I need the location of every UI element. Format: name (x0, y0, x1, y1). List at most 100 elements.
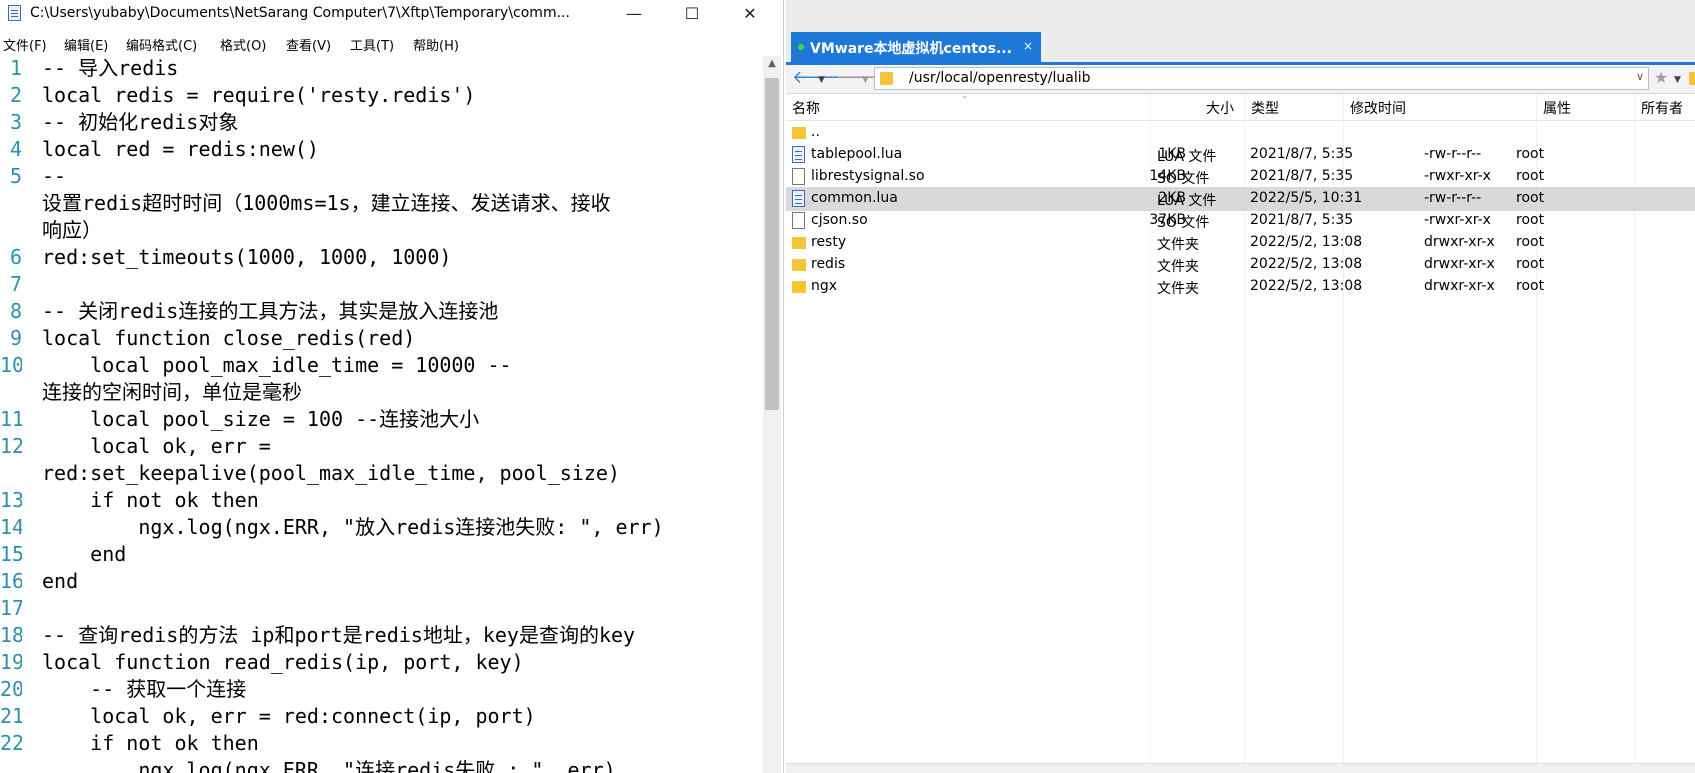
file-attr: -rwxr-xr-x (1424, 168, 1491, 184)
code-line[interactable]: 21 local ok, err = red:connect(ip, port) (0, 703, 763, 730)
chevron-down-icon[interactable]: ∨ (1636, 70, 1644, 83)
code-line[interactable]: 12 local ok, err = (0, 433, 763, 460)
menu-format[interactable]: 格式(O) (220, 35, 266, 54)
code-text: red:set_keepalive(pool_max_idle_time, po… (42, 461, 620, 485)
code-line[interactable]: 1 -- 导入redis (0, 56, 763, 82)
code-line[interactable]: 18 -- 查询redis的方法 ip和port是redis地址，key是查询的k… (0, 622, 763, 649)
code-line[interactable]: ngx.log(ngx.ERR, "连接redis失败 : ", err) (0, 757, 763, 773)
code-line[interactable]: 3 -- 初始化redis对象 (0, 109, 763, 136)
file-list[interactable]: .. tablepool.lua 1KB LUA 文件 2021/8/7, 5:35 -r… (786, 94, 1695, 763)
favorite-star-icon[interactable]: ★ (1654, 67, 1668, 89)
file-row[interactable]: ngx 文件夹 2022/5/2, 13:08 drwxr-xr-x root (786, 275, 1695, 299)
file-row[interactable]: tablepool.lua 1KB LUA 文件 2021/8/7, 5:35 -rw-… (786, 143, 1695, 167)
tab-close-icon[interactable]: × (1023, 39, 1033, 53)
code-line[interactable]: 14 ngx.log(ngx.ERR, "放入redis连接池失败: ", er… (0, 514, 763, 541)
column-owner[interactable]: 所有者 (1641, 98, 1683, 118)
column-mtime[interactable]: 修改时间 (1350, 98, 1406, 118)
code-line[interactable]: 10 local pool_max_idle_time = 10000 -- (0, 352, 763, 379)
code-line[interactable]: 6 red:set_timeouts(1000, 1000, 1000) (0, 244, 763, 271)
path-combobox[interactable]: /usr/local/openresty/lualib ∨ (874, 67, 1649, 90)
file-owner: root (1516, 278, 1545, 294)
code-text: if not ok then (42, 488, 259, 512)
folder-shortcut-icon[interactable] (1689, 72, 1695, 85)
code-line[interactable]: 16 end (0, 568, 763, 595)
code-line[interactable]: 20 -- 获取一个连接 (0, 676, 763, 703)
file-name: ngx (811, 278, 838, 294)
column-name[interactable]: 名称 (792, 98, 820, 118)
code-line[interactable]: red:set_keepalive(pool_max_idle_time, po… (0, 460, 763, 487)
column-size[interactable]: 大小 (1206, 98, 1234, 118)
favorite-dropdown-icon[interactable]: ▼ (1674, 69, 1681, 91)
code-line[interactable]: 7 (0, 271, 763, 298)
file-row[interactable]: cjson.so 37KB SO 文件 2021/8/7, 5:35 -rwxr-xr-… (786, 209, 1695, 233)
code-line[interactable]: 9 local function close_redis(red) (0, 325, 763, 352)
menu-edit[interactable]: 编辑(E) (64, 35, 108, 54)
code-text: -- (42, 164, 67, 188)
code-text: end (42, 542, 127, 566)
session-tab[interactable]: VMware本地虚拟机centos... × (791, 32, 1041, 62)
line-number: 1 (9, 56, 22, 80)
code-text: local pool_size = 100 --连接池大小 (42, 407, 480, 431)
code-line[interactable]: 19 local function read_redis(ip, port, ke… (0, 649, 763, 676)
line-number: 18 (0, 623, 22, 647)
horizontal-scrollbar[interactable] (786, 763, 1695, 773)
code-line[interactable]: 2 local redis = require('resty.redis') (0, 82, 763, 109)
column-attr[interactable]: 属性 (1543, 98, 1571, 118)
minimize-button[interactable]: — (605, 0, 663, 27)
code-line[interactable]: 连接的空闲时间，单位是毫秒 (0, 379, 763, 406)
code-line[interactable]: 22 if not ok then (0, 730, 763, 757)
file-row[interactable]: .. (786, 121, 1695, 145)
code-line[interactable]: 4 local red = redis:new() (0, 136, 763, 163)
menu-view[interactable]: 查看(V) (286, 35, 331, 54)
file-mtime: 2022/5/5, 10:31 (1250, 190, 1363, 206)
file-row[interactable]: redis 文件夹 2022/5/2, 13:08 drwxr-xr-x root (786, 253, 1695, 277)
column-type[interactable]: 类型 (1251, 98, 1279, 118)
code-line[interactable]: 8 -- 关闭redis连接的工具方法，其实是放入连接池 (0, 298, 763, 325)
file-type: LUA 文件 (1157, 149, 1217, 165)
folder-icon (880, 72, 893, 85)
menu-file[interactable]: 文件(F) (3, 35, 47, 54)
code-line[interactable]: 17 (0, 595, 763, 622)
file-mtime: 2022/5/2, 13:08 (1250, 234, 1363, 250)
scroll-up-icon[interactable]: ▲ (763, 58, 781, 69)
code-text: local ok, err = (42, 434, 271, 458)
line-number: 12 (0, 434, 22, 458)
file-attr: -rw-r--r-- (1424, 190, 1482, 206)
file-attr: -rwxr-xr-x (1424, 212, 1491, 228)
back-dropdown-icon[interactable]: ▼ (818, 69, 825, 91)
folder-icon (792, 127, 806, 139)
file-icon (792, 168, 805, 185)
back-arrow-icon[interactable]: 🡐 (792, 67, 840, 89)
file-row[interactable]: librestysignal.so 14KB SO 文件 2021/8/7, 5:35… (786, 165, 1695, 189)
code-text: local function read_redis(ip, port, key) (42, 650, 524, 674)
session-tab-label: VMware本地虚拟机centos... (810, 41, 1012, 57)
file-row[interactable]: resty 文件夹 2022/5/2, 13:08 drwxr-xr-x root (786, 231, 1695, 255)
file-type: 文件夹 (1157, 237, 1199, 253)
window-title: C:\Users\yubaby\Documents\NetSarang Comp… (30, 5, 570, 21)
maximize-button[interactable]: ☐ (663, 0, 721, 27)
code-editor[interactable]: 1 -- 导入redis 2 local redis = require('resty… (0, 56, 763, 773)
file-name: common.lua (811, 190, 898, 206)
vertical-scrollbar[interactable]: ▲ (763, 56, 781, 773)
code-line[interactable]: 设置redis超时时间（1000ms=1s，建立连接、发送请求、接收 (0, 190, 763, 217)
file-row[interactable]: common.lua 2KB LUA 文件 2022/5/5, 10:31 -rw-r-… (786, 187, 1695, 211)
code-text: local redis = require('resty.redis') (42, 83, 476, 107)
code-line[interactable]: 11 local pool_size = 100 --连接池大小 (0, 406, 763, 433)
file-attr: -rw-r--r-- (1424, 146, 1482, 162)
code-text: if not ok then (42, 731, 259, 755)
code-line[interactable]: 5 -- (0, 163, 763, 190)
file-mtime: 2021/8/7, 5:35 (1250, 168, 1354, 184)
forward-dropdown-icon[interactable]: ▼ (862, 69, 869, 91)
code-line[interactable]: 响应） (0, 217, 763, 244)
file-icon (792, 212, 805, 229)
scroll-thumb[interactable] (765, 78, 779, 410)
code-line[interactable]: 13 if not ok then (0, 487, 763, 514)
code-line[interactable]: 15 end (0, 541, 763, 568)
menu-tools[interactable]: 工具(T) (350, 35, 394, 54)
line-number: 10 (0, 353, 22, 377)
close-button[interactable]: ✕ (721, 0, 779, 27)
notepad-titlebar[interactable]: C:\Users\yubaby\Documents\NetSarang Comp… (0, 0, 783, 27)
menu-help[interactable]: 帮助(H) (413, 35, 459, 54)
code-text: -- 初始化redis对象 (42, 110, 239, 134)
menu-encoding[interactable]: 编码格式(C) (126, 35, 197, 54)
